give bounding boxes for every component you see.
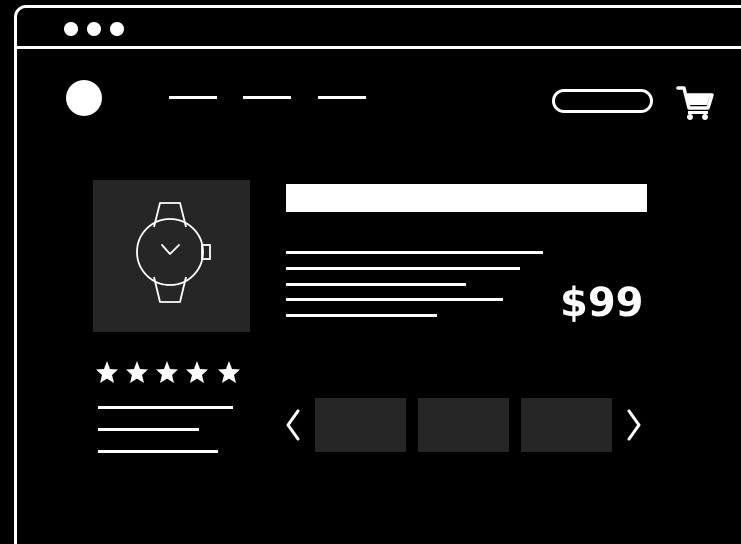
star-icon — [218, 361, 240, 383]
site-logo[interactable] — [66, 80, 102, 116]
window-control-dot[interactable] — [110, 22, 124, 36]
review-text-line — [98, 450, 218, 453]
star-icon — [156, 361, 178, 383]
description-line — [286, 314, 437, 317]
chevron-left-icon[interactable] — [283, 405, 303, 445]
wristwatch-icon — [136, 202, 211, 303]
review-text-line — [98, 428, 199, 431]
shopping-cart-icon[interactable] — [676, 84, 714, 122]
window-control-dot[interactable] — [87, 22, 101, 36]
search-input[interactable] — [552, 89, 653, 113]
nav-link[interactable] — [318, 96, 366, 99]
chevron-right-icon[interactable] — [624, 405, 644, 445]
nav-link[interactable] — [243, 96, 291, 99]
description-line — [286, 267, 520, 270]
description-line — [286, 298, 503, 301]
description-line — [286, 283, 466, 286]
nav-link[interactable] — [169, 96, 217, 99]
star-icon — [186, 361, 208, 383]
gallery-thumbnail[interactable] — [315, 398, 406, 452]
product-title — [286, 184, 647, 212]
star-icon — [126, 361, 148, 383]
gallery-thumbnail[interactable] — [418, 398, 509, 452]
review-text-line — [98, 406, 233, 409]
star-icon — [96, 361, 118, 383]
page: $99 — [0, 0, 741, 544]
star-rating[interactable] — [95, 360, 245, 386]
description-line — [286, 251, 543, 254]
title-bar-divider — [14, 46, 741, 49]
window-control-dot[interactable] — [64, 22, 78, 36]
product-image[interactable] — [93, 180, 250, 332]
gallery-thumbnail[interactable] — [521, 398, 612, 452]
product-price: $99 — [560, 280, 644, 326]
